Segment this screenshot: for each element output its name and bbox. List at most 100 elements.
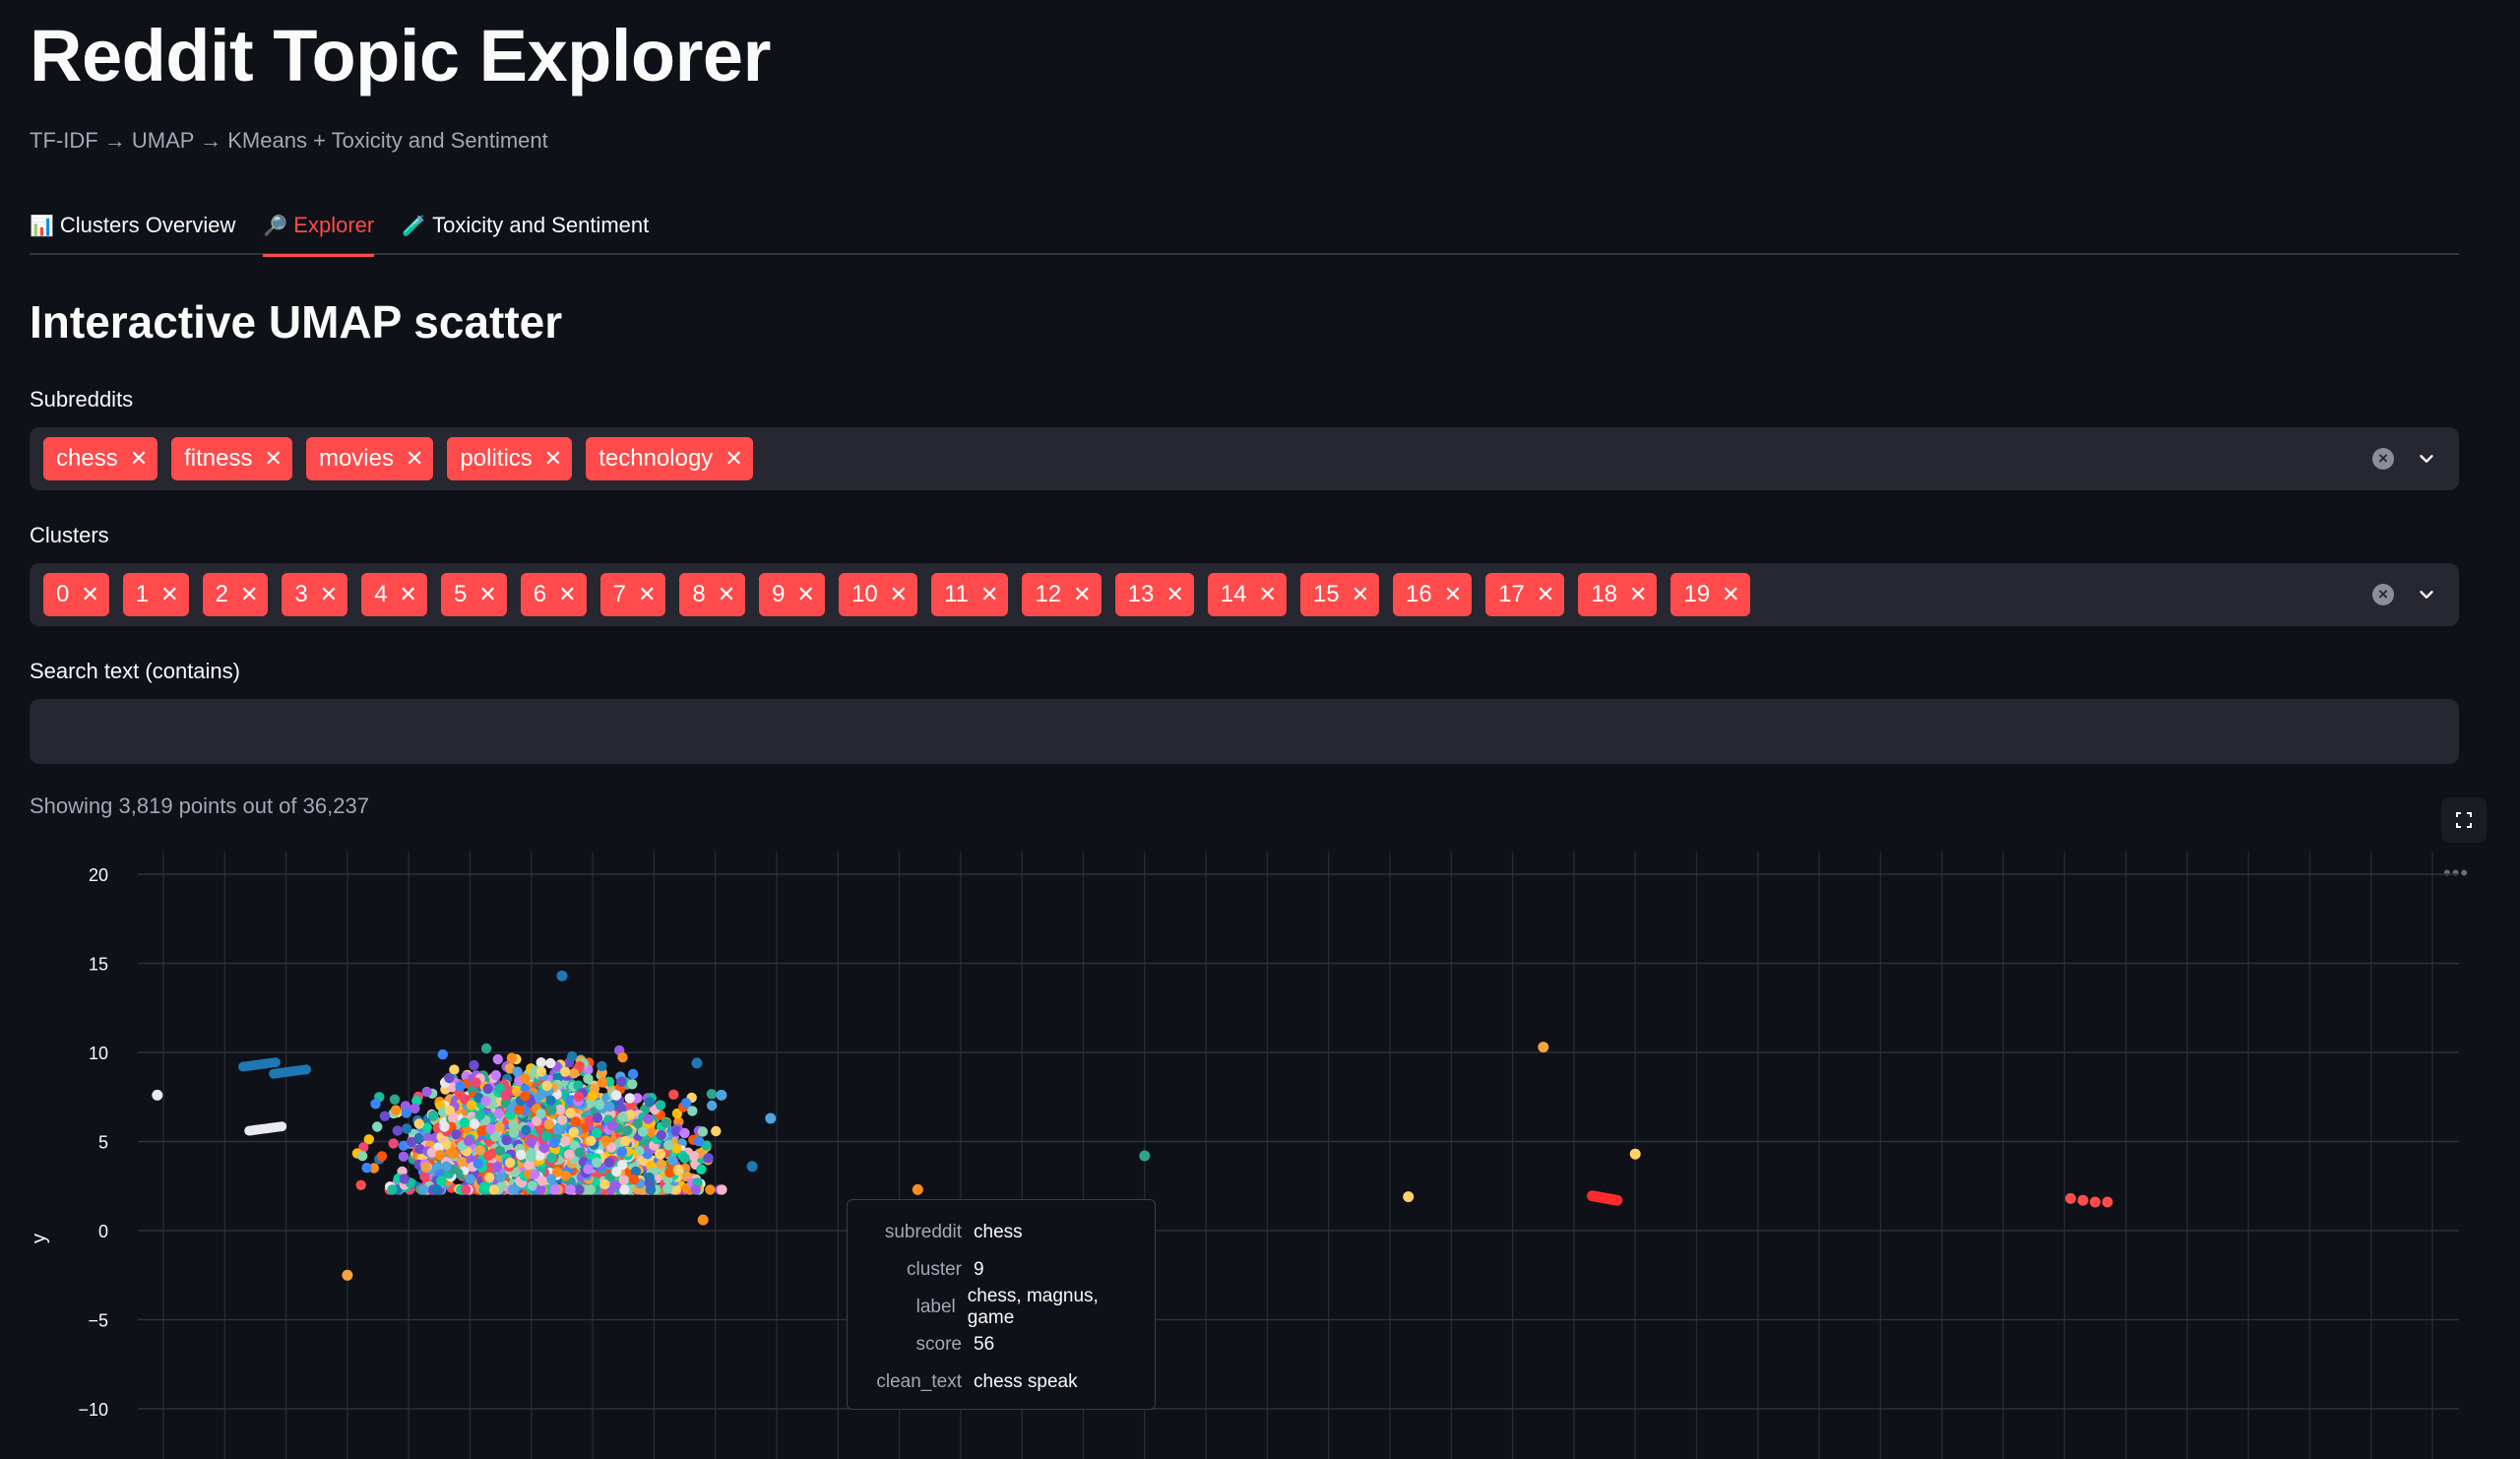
chip-1[interactable]: 1 ✕ (122, 573, 189, 616)
scatter-point[interactable] (514, 1104, 525, 1115)
scatter-point[interactable] (455, 1081, 466, 1092)
scatter-point[interactable] (463, 1135, 474, 1147)
scatter-point[interactable] (603, 1157, 614, 1168)
chip-8[interactable]: 8 ✕ (679, 573, 746, 616)
scatter-point[interactable] (342, 1269, 353, 1281)
scatter-point[interactable] (1629, 1148, 1641, 1160)
scatter-point[interactable] (557, 1114, 568, 1125)
scatter-point[interactable] (617, 1111, 628, 1122)
scatter-point[interactable] (427, 1110, 439, 1121)
scatter-point[interactable] (560, 1066, 571, 1077)
scatter-point[interactable] (591, 1127, 602, 1138)
scatter-point[interactable] (604, 1101, 615, 1112)
clear-all-icon[interactable]: × (2372, 584, 2394, 605)
scatter-point[interactable] (478, 1181, 490, 1192)
scatter-point[interactable] (656, 1159, 666, 1170)
scatter-point[interactable] (706, 1089, 718, 1100)
scatter-point[interactable] (549, 1184, 560, 1195)
remove-chip-icon[interactable]: ✕ (1166, 582, 1183, 607)
scatter-point[interactable] (536, 1175, 547, 1186)
clear-all-icon[interactable]: × (2372, 448, 2394, 470)
scatter-point[interactable] (556, 970, 568, 982)
scatter-point[interactable] (552, 1124, 563, 1135)
scatter-point[interactable] (461, 1184, 472, 1195)
scatter-point[interactable] (583, 1073, 594, 1084)
scatter-point[interactable] (655, 1148, 666, 1160)
tab-clusters-overview[interactable]: 📊 Clusters Overview (30, 202, 235, 255)
scatter-point[interactable] (616, 1146, 628, 1158)
chip-technology[interactable]: technology ✕ (586, 437, 753, 480)
scatter-point[interactable] (696, 1164, 707, 1174)
scatter-point[interactable] (567, 1050, 578, 1062)
remove-chip-icon[interactable]: ✕ (797, 582, 815, 607)
scatter-point[interactable] (469, 1059, 479, 1071)
scatter-point[interactable] (541, 1080, 552, 1092)
chip-fitness[interactable]: fitness ✕ (171, 437, 292, 480)
scatter-point[interactable] (765, 1112, 777, 1124)
scatter-point[interactable] (691, 1057, 703, 1069)
scatter-point[interactable] (379, 1110, 391, 1121)
scatter-point[interactable] (644, 1172, 655, 1183)
scatter-point[interactable] (668, 1089, 679, 1100)
scatter-point[interactable] (711, 1125, 722, 1137)
scatter-point[interactable] (480, 1043, 492, 1054)
scatter-point[interactable] (546, 1105, 557, 1115)
tab-toxicity-sentiment[interactable]: 🧪 Toxicity and Sentiment (402, 202, 649, 255)
scatter-point[interactable] (392, 1125, 403, 1136)
scatter-point[interactable] (663, 1140, 674, 1151)
chip-16[interactable]: 16 ✕ (1393, 573, 1473, 616)
chevron-down-icon[interactable] (2416, 584, 2437, 605)
scatter-point[interactable] (565, 1184, 576, 1195)
scatter-point[interactable] (474, 1110, 485, 1120)
scatter-point[interactable] (436, 1175, 447, 1186)
scatter-point[interactable] (597, 1060, 607, 1072)
scatter-point[interactable] (465, 1174, 475, 1184)
scatter-point[interactable] (506, 1052, 518, 1063)
remove-chip-icon[interactable]: ✕ (320, 582, 338, 607)
scatter-point[interactable] (483, 1172, 495, 1183)
scatter-point[interactable] (573, 1091, 585, 1103)
scatter-point[interactable] (439, 1121, 450, 1132)
scatter-point[interactable] (474, 1145, 485, 1156)
remove-chip-icon[interactable]: ✕ (558, 582, 576, 607)
remove-chip-icon[interactable]: ✕ (478, 582, 496, 607)
scatter-point[interactable] (388, 1138, 399, 1149)
scatter-point[interactable] (508, 1184, 520, 1195)
scatter-point[interactable] (667, 1155, 678, 1167)
umap-scatter-chart[interactable]: 20 15 10 5 0 −5 −10 y (30, 853, 2459, 1459)
scatter-point[interactable] (466, 1100, 477, 1110)
scatter-point[interactable] (644, 1097, 655, 1108)
scatter-point[interactable] (434, 1149, 446, 1161)
remove-chip-icon[interactable]: ✕ (890, 582, 908, 607)
scatter-point[interactable] (679, 1127, 690, 1139)
scatter-point[interactable] (536, 1066, 546, 1077)
scatter-point[interactable] (545, 1095, 556, 1106)
remove-chip-icon[interactable]: ✕ (265, 446, 283, 472)
chip-15[interactable]: 15 ✕ (1299, 573, 1380, 616)
scatter-point[interactable] (611, 1166, 622, 1177)
scatter-point[interactable] (591, 1157, 602, 1168)
chip-5[interactable]: 5 ✕ (440, 573, 507, 616)
scatter-point[interactable] (501, 1134, 512, 1146)
scatter-point[interactable] (594, 1099, 605, 1110)
scatter-point[interactable] (616, 1076, 627, 1087)
scatter-point[interactable] (563, 1149, 575, 1160)
scatter-point[interactable] (662, 1183, 673, 1194)
scatter-point[interactable] (495, 1172, 506, 1182)
scatter-point[interactable] (471, 1077, 481, 1088)
scatter-point[interactable] (494, 1121, 505, 1132)
scatter-point[interactable] (516, 1149, 527, 1161)
scatter-point[interactable] (707, 1100, 718, 1111)
chip-chess[interactable]: chess ✕ (43, 437, 158, 480)
scatter-point[interactable] (560, 1135, 571, 1147)
scatter-point[interactable] (536, 1184, 546, 1195)
scatter-point[interactable] (301, 1064, 312, 1075)
scatter-point[interactable] (520, 1091, 531, 1102)
scatter-point[interactable] (690, 1184, 701, 1195)
scatter-point[interactable] (546, 1152, 557, 1164)
scatter-point[interactable] (538, 1142, 550, 1154)
scatter-point[interactable] (574, 1184, 585, 1195)
scatter-point[interactable] (482, 1083, 493, 1095)
scatter-point[interactable] (679, 1153, 690, 1164)
chip-13[interactable]: 13 ✕ (1114, 573, 1194, 616)
